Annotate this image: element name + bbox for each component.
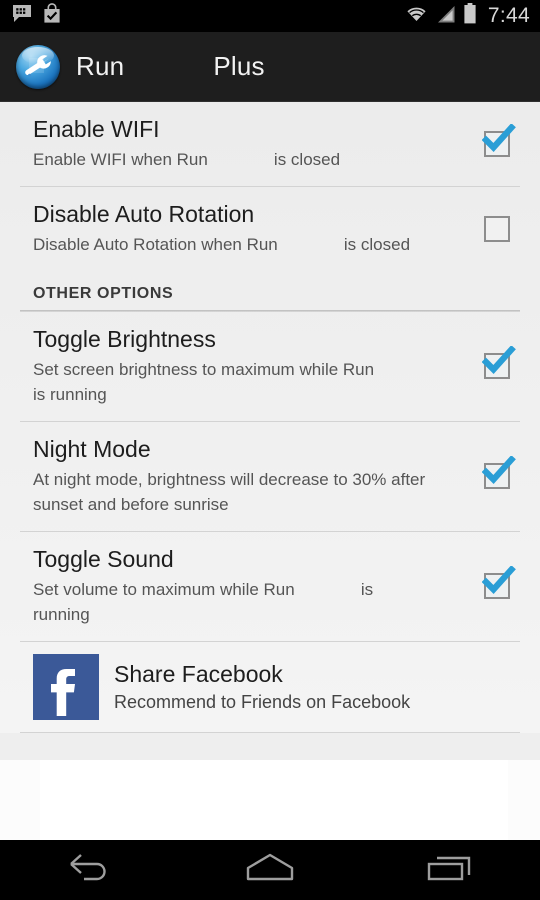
home-icon	[242, 851, 298, 890]
row-summary: Disable Auto Rotation when Run is closed	[33, 235, 411, 254]
row-text: Night Mode At night mode, brightness wil…	[0, 435, 454, 517]
setting-row-night-mode[interactable]: Night Mode At night mode, brightness wil…	[0, 422, 540, 531]
row-widget	[454, 215, 540, 242]
row-title: Enable WIFI	[33, 116, 160, 142]
row-widget	[454, 566, 540, 599]
row-widget	[454, 456, 540, 489]
row-text: Toggle Brightness Set screen brightness …	[0, 325, 454, 407]
page-title: Run Plus	[76, 51, 265, 81]
navigation-bar	[0, 840, 540, 900]
wrench-tool-icon	[16, 44, 60, 89]
checkbox-enable-wifi[interactable]	[482, 123, 516, 157]
checkmark-icon	[482, 123, 516, 152]
share-facebook-title: Share Facebook	[114, 661, 283, 687]
row-widget	[454, 346, 540, 379]
row-title: Toggle Sound	[33, 546, 174, 572]
back-arrow-icon	[66, 851, 114, 890]
facebook-icon	[33, 654, 99, 720]
checkmark-icon	[482, 346, 516, 375]
status-bar-system-icons: 7:44	[404, 3, 530, 29]
checkmark-icon	[482, 566, 516, 595]
back-button[interactable]	[0, 840, 180, 900]
settings-list: Enable WIFI Enable WIFI when Run is clos…	[0, 102, 540, 733]
row-text: Enable WIFI Enable WIFI when Run is clos…	[0, 115, 454, 172]
row-summary: Set volume to maximum while Run is runni…	[33, 580, 378, 624]
row-text: Disable Auto Rotation Disable Auto Rotat…	[0, 200, 454, 257]
list-divider	[20, 732, 520, 733]
share-facebook-row[interactable]: Share Facebook Recommend to Friends on F…	[0, 642, 540, 732]
share-facebook-text: Share Facebook Recommend to Friends on F…	[114, 659, 410, 715]
row-summary: Set screen brightness to maximum while R…	[33, 360, 441, 404]
setting-row-toggle-sound[interactable]: Toggle Sound Set volume to maximum while…	[0, 532, 540, 641]
status-bar: 7:44	[0, 0, 540, 32]
android-screen: 7:44 Run Plus Enable WIFI Enable WIFI wh…	[0, 0, 540, 900]
row-widget	[454, 123, 540, 157]
recent-apps-icon	[424, 851, 476, 890]
checkbox-night-mode[interactable]	[482, 456, 516, 489]
row-title: Toggle Brightness	[33, 326, 216, 352]
empty-panel	[40, 760, 508, 840]
home-button[interactable]	[180, 840, 360, 900]
battery-icon	[463, 3, 477, 29]
checkbox-disable-auto-rotation[interactable]	[484, 215, 510, 242]
row-summary: Enable WIFI when Run is closed	[33, 150, 341, 169]
setting-row-enable-wifi[interactable]: Enable WIFI Enable WIFI when Run is clos…	[0, 102, 540, 186]
status-bar-notification-icons	[12, 3, 62, 29]
row-title: Disable Auto Rotation	[33, 201, 255, 227]
action-bar: Run Plus	[0, 32, 540, 102]
setting-row-disable-auto-rotation[interactable]: Disable Auto Rotation Disable Auto Rotat…	[0, 187, 540, 271]
row-text: Toggle Sound Set volume to maximum while…	[0, 545, 454, 627]
row-summary: At night mode, brightness will decrease …	[33, 470, 430, 514]
checkmark-icon	[482, 456, 516, 485]
empty-content-area	[0, 760, 540, 840]
checkbox-toggle-sound[interactable]	[482, 566, 516, 599]
recents-button[interactable]	[360, 840, 540, 900]
checkbox-toggle-brightness[interactable]	[482, 346, 516, 379]
bbm-chat-icon	[12, 4, 32, 29]
setting-row-toggle-brightness[interactable]: Toggle Brightness Set screen brightness …	[0, 312, 540, 421]
cellular-signal-icon	[436, 4, 456, 29]
row-title: Night Mode	[33, 436, 151, 462]
share-facebook-summary: Recommend to Friends on Facebook	[114, 692, 411, 712]
play-store-download-icon	[42, 3, 62, 29]
wifi-icon	[404, 4, 429, 29]
status-bar-clock: 7:44	[487, 4, 530, 27]
section-header-other-options: OTHER OPTIONS	[33, 285, 174, 302]
